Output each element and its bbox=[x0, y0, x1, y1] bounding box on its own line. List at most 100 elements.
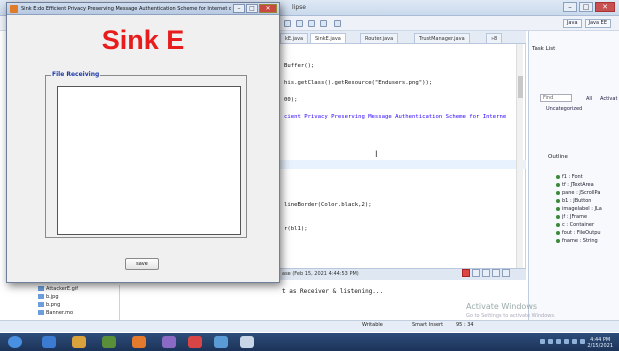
sink-minimize-button[interactable]: – bbox=[233, 4, 245, 13]
run-icon[interactable] bbox=[284, 20, 291, 27]
field-icon bbox=[556, 182, 560, 187]
list-item[interactable]: b1 : JButton bbox=[556, 198, 591, 204]
list-item[interactable]: jf : JFrame bbox=[556, 214, 587, 220]
maximize-button[interactable]: □ bbox=[579, 2, 593, 12]
perspective-java-ee[interactable]: Java EE bbox=[584, 19, 611, 28]
task-find-input[interactable]: Find bbox=[540, 94, 572, 102]
clear-console-icon[interactable] bbox=[482, 269, 490, 277]
navigate-icon[interactable] bbox=[334, 20, 341, 27]
start-button-icon[interactable] bbox=[8, 336, 22, 348]
list-item[interactable]: fname : String bbox=[556, 238, 598, 244]
list-item[interactable]: tf : JTextArea bbox=[556, 182, 594, 188]
system-tray bbox=[540, 339, 585, 344]
list-item[interactable]: imagelabel : JLa bbox=[556, 206, 602, 212]
ide-status-bar bbox=[0, 320, 619, 332]
forward-arrow-icon[interactable] bbox=[320, 20, 327, 27]
minimize-button[interactable]: – bbox=[563, 2, 577, 12]
field-icon bbox=[556, 190, 560, 195]
console-toolbar bbox=[462, 269, 510, 277]
sink-close-button[interactable]: ✕ bbox=[259, 4, 277, 13]
current-line-highlight bbox=[278, 160, 526, 169]
task-activate-link[interactable]: Activat bbox=[600, 96, 617, 102]
tab-ke-java[interactable]: kE.java bbox=[280, 33, 309, 43]
media-player-icon[interactable] bbox=[132, 336, 146, 348]
activate-windows-title: Activate Windows bbox=[466, 302, 538, 311]
network-icon[interactable] bbox=[580, 339, 585, 344]
pdf-icon[interactable] bbox=[188, 336, 202, 348]
ide-window-controls: – □ ✕ bbox=[563, 2, 615, 12]
activate-windows-subtitle: Go to Settings to activate Windows. bbox=[466, 313, 556, 319]
list-item[interactable]: Banner.mo bbox=[38, 310, 73, 316]
task-all-filter[interactable]: All bbox=[586, 96, 592, 102]
debug-icon[interactable] bbox=[296, 20, 303, 27]
console-header: ase (Feb 15, 2021 4:44:53 PM) bbox=[282, 271, 359, 277]
perspective-switcher: Java Java EE bbox=[562, 19, 611, 28]
sink-title-bar[interactable]: Sink E:do Efficient Privacy Preserving M… bbox=[7, 3, 279, 15]
sink-window-controls: – □ ✕ bbox=[233, 4, 277, 13]
volume-icon[interactable] bbox=[572, 339, 577, 344]
eclipse-icon[interactable] bbox=[162, 336, 176, 348]
scroll-lock-icon[interactable] bbox=[492, 269, 500, 277]
tray-icon[interactable] bbox=[564, 339, 569, 344]
list-item[interactable]: b.png bbox=[38, 302, 60, 308]
editor-scrollbar[interactable] bbox=[516, 44, 523, 305]
page-title: Sink E bbox=[101, 25, 185, 55]
tab-sinke-java[interactable]: SinkE.java bbox=[310, 33, 346, 43]
ie-icon[interactable] bbox=[42, 336, 56, 348]
image-file-icon bbox=[38, 302, 44, 307]
clock-date: 2/15/2021 bbox=[587, 343, 613, 349]
back-arrow-icon[interactable] bbox=[308, 20, 315, 27]
perspective-java[interactable]: Java bbox=[562, 19, 582, 28]
save-button[interactable]: save bbox=[125, 258, 159, 270]
java-app-icon[interactable] bbox=[214, 336, 228, 348]
tab-overflow[interactable]: »8 bbox=[486, 33, 503, 43]
list-item[interactable]: f1 : Font bbox=[556, 174, 583, 180]
field-icon bbox=[556, 230, 560, 235]
field-icon bbox=[556, 206, 560, 211]
sink-e-window: Sink E:do Efficient Privacy Preserving M… bbox=[6, 2, 280, 283]
chrome-icon[interactable] bbox=[102, 336, 116, 348]
status-writable: Writable bbox=[362, 322, 383, 328]
taskbar-clock[interactable]: 4:44 PM 2/15/2021 bbox=[587, 337, 613, 349]
field-icon bbox=[556, 174, 560, 179]
list-item[interactable]: AttackerE.gif bbox=[38, 286, 78, 292]
list-item[interactable]: pane : JScrollPa bbox=[556, 190, 600, 196]
window-app-icon[interactable] bbox=[240, 336, 254, 348]
list-item[interactable]: fout : FileOutpu bbox=[556, 230, 601, 236]
console-output: t as Receiver & listening... bbox=[282, 288, 384, 295]
tab-trustmanager-java[interactable]: TrustManager.java bbox=[414, 33, 470, 43]
code-line: r(bl1); bbox=[284, 226, 308, 232]
list-item[interactable]: c : Container bbox=[556, 222, 594, 228]
ide-title-text: lipse bbox=[292, 4, 306, 11]
status-insert-mode: Smart Insert bbox=[412, 322, 444, 328]
remove-launch-icon[interactable] bbox=[472, 269, 480, 277]
code-line: his.getClass().getResource("Endusers.png… bbox=[284, 80, 433, 86]
task-list-title[interactable]: Task List bbox=[532, 46, 555, 56]
code-line: 00); bbox=[284, 97, 298, 103]
file-receiving-legend: File Receiving bbox=[51, 71, 101, 78]
text-cursor-icon: Ⅰ bbox=[375, 150, 378, 160]
pin-console-icon[interactable] bbox=[502, 269, 510, 277]
field-icon bbox=[556, 222, 560, 227]
editor-tab-bar: kE.java SinkE.java Router.java TrustMana… bbox=[278, 31, 526, 44]
field-icon bbox=[556, 238, 560, 243]
tab-router-java[interactable]: Router.java bbox=[360, 33, 399, 43]
status-cursor-position: 95 : 34 bbox=[456, 322, 474, 328]
tray-icon[interactable] bbox=[556, 339, 561, 344]
code-line: Buffer(); bbox=[284, 63, 315, 69]
received-file-textarea[interactable] bbox=[57, 86, 241, 235]
list-item[interactable]: b.jpg bbox=[38, 294, 59, 300]
tray-icon[interactable] bbox=[548, 339, 553, 344]
terminate-icon[interactable] bbox=[462, 269, 470, 277]
field-icon bbox=[556, 198, 560, 203]
tray-icon[interactable] bbox=[540, 339, 545, 344]
explorer-icon[interactable] bbox=[72, 336, 86, 348]
close-button[interactable]: ✕ bbox=[595, 2, 615, 12]
code-line: cient Privacy Preserving Message Authent… bbox=[284, 114, 507, 120]
task-uncategorized[interactable]: Uncategorized bbox=[546, 106, 582, 112]
sink-maximize-button[interactable]: □ bbox=[246, 4, 258, 13]
scrollbar-thumb[interactable] bbox=[518, 76, 523, 98]
code-editor[interactable]: Buffer(); his.getClass().getResource("En… bbox=[278, 44, 526, 305]
outline-title[interactable]: Outline bbox=[548, 154, 568, 164]
code-line: lineBorder(Color.black,2); bbox=[284, 202, 372, 208]
